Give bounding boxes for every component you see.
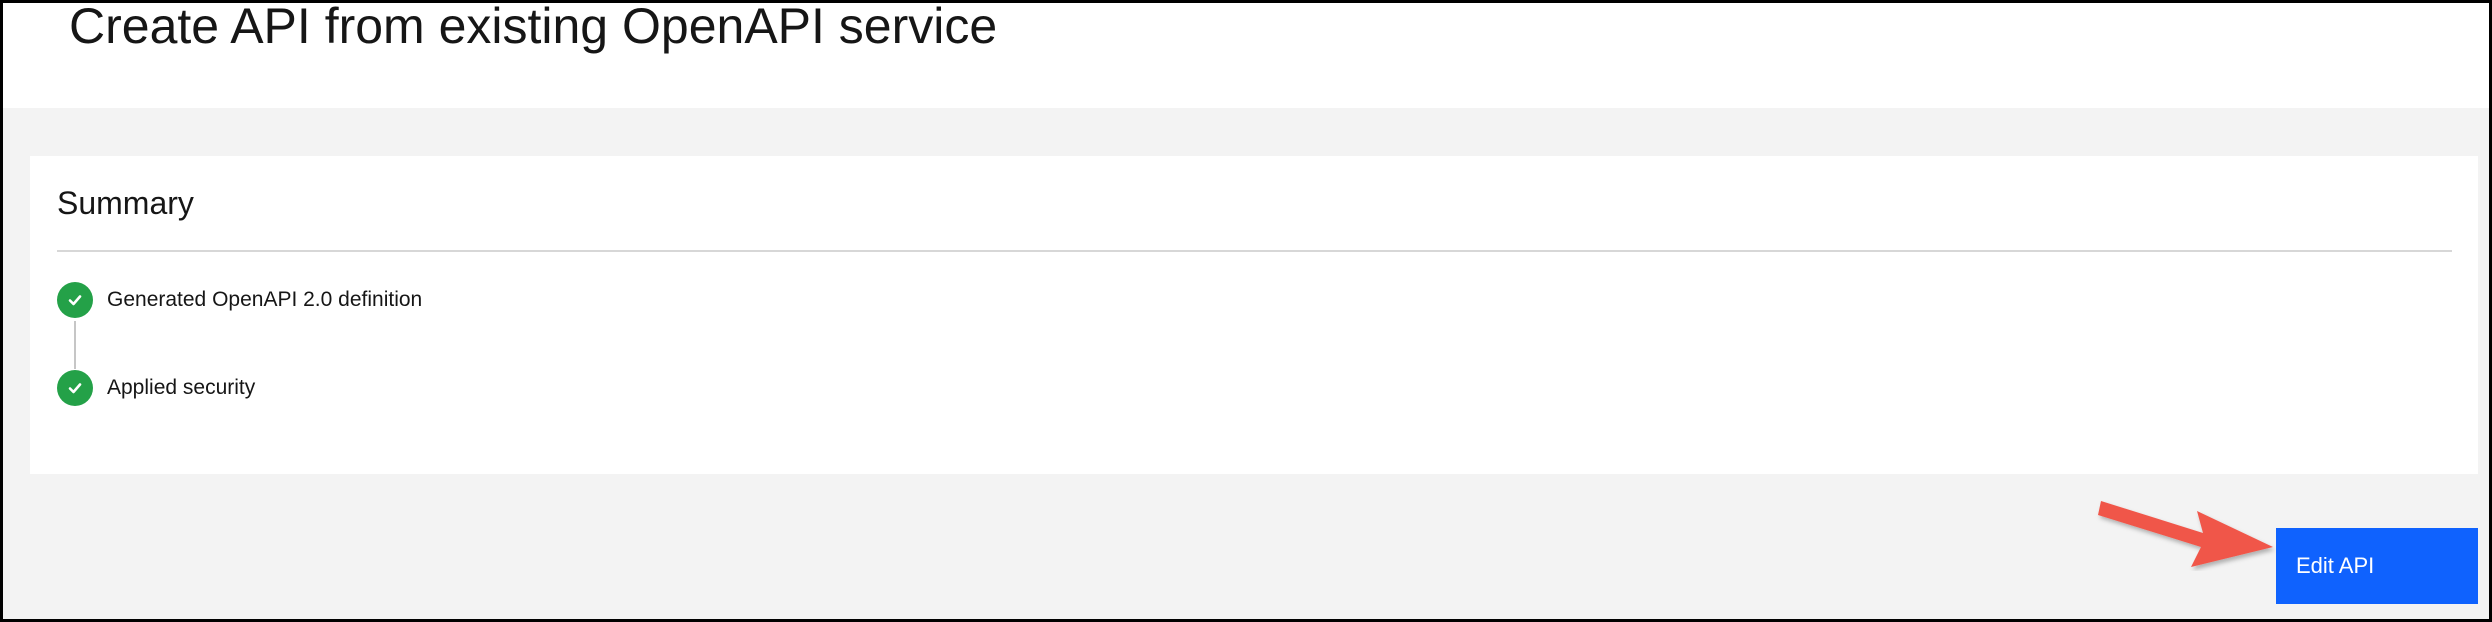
checkmark-icon [57,282,93,318]
page-header: Create API from existing OpenAPI service [3,3,2489,108]
page-title: Create API from existing OpenAPI service [69,0,998,54]
app-window: Create API from existing OpenAPI service… [0,0,2492,622]
summary-divider [57,250,2452,252]
summary-title: Summary [57,185,194,221]
summary-step: Generated OpenAPI 2.0 definition [57,280,422,320]
summary-step: Applied security [57,368,255,408]
summary-panel: Summary Generated OpenAPI 2.0 definition… [30,156,2478,474]
annotation-arrow-icon [2098,501,2273,567]
summary-step-label: Applied security [107,376,256,399]
edit-api-button[interactable]: Edit API [2276,528,2478,604]
summary-step-label: Generated OpenAPI 2.0 definition [107,288,423,311]
checkmark-icon [57,370,93,406]
step-connector-line [74,321,76,369]
